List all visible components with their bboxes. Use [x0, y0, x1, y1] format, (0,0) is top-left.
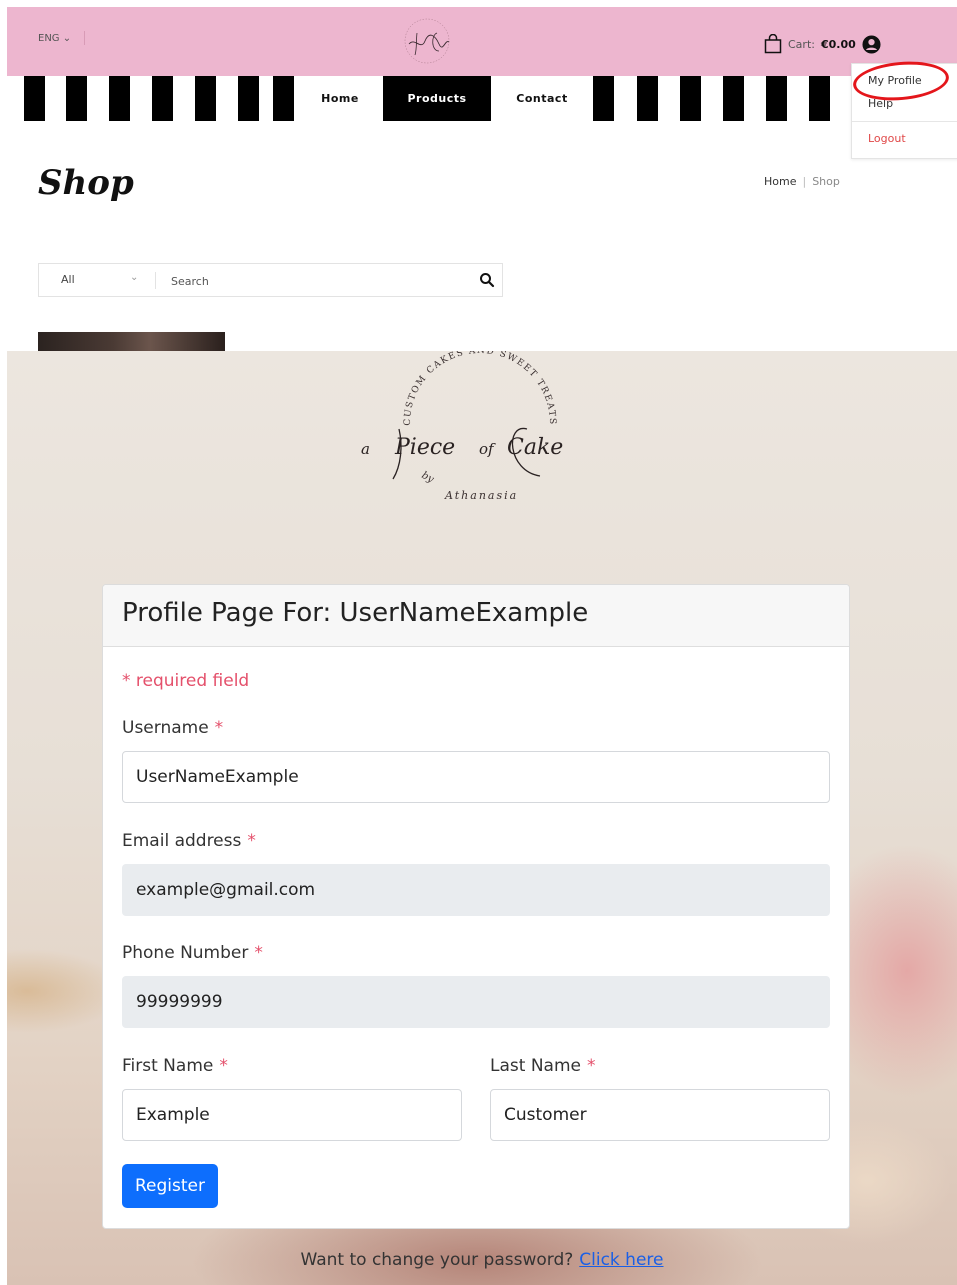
register-button[interactable]: Register	[122, 1164, 218, 1208]
username-label: Username *	[122, 718, 224, 738]
search-input[interactable]	[169, 270, 463, 292]
decorative-stripe	[109, 76, 130, 121]
page-title: Shop	[38, 163, 134, 203]
decorative-stripe	[195, 76, 216, 121]
logo-word-a: a	[361, 440, 370, 458]
decorative-stripe	[723, 76, 744, 121]
category-select[interactable]: All	[61, 273, 75, 286]
logo-by: by	[420, 470, 436, 486]
change-password-prompt: Want to change your password? Click here	[7, 1250, 957, 1270]
first-name-label: First Name *	[122, 1056, 228, 1076]
first-name-field[interactable]	[122, 1089, 462, 1141]
phone-label: Phone Number *	[122, 943, 263, 963]
product-image[interactable]	[38, 332, 225, 352]
breadcrumb-home[interactable]: Home	[764, 175, 796, 188]
cart-button[interactable]: Cart: €0.00	[764, 33, 881, 55]
username-field[interactable]	[122, 751, 830, 803]
cart-amount: €0.00	[820, 37, 856, 51]
decorative-stripe	[66, 76, 87, 121]
logo-word-of: of	[479, 440, 496, 458]
search-divider	[155, 272, 156, 289]
decorative-stripe	[24, 76, 45, 121]
decorative-stripe	[152, 76, 173, 121]
nav-contact[interactable]: Contact	[491, 76, 593, 121]
nav-products[interactable]: Products	[383, 76, 491, 121]
menu-item-logout[interactable]: Logout	[868, 132, 906, 145]
shopping-bag-icon	[764, 34, 782, 54]
required-field-note: * required field	[122, 671, 250, 691]
header-divider	[84, 31, 85, 45]
search-icon[interactable]	[479, 272, 495, 288]
breadcrumb: Home | Shop	[764, 175, 840, 188]
language-selector[interactable]: ENG ⌄	[38, 33, 71, 44]
change-password-text: Want to change your password?	[300, 1250, 574, 1270]
main-navigation: Home Products Contact	[7, 76, 957, 121]
email-label: Email address *	[122, 831, 256, 851]
breadcrumb-current: Shop	[812, 175, 840, 188]
logo-maker: Athanasia	[444, 489, 518, 502]
decorative-stripe	[809, 76, 830, 121]
chevron-down-icon[interactable]: ⌄	[130, 272, 138, 283]
logo-tagline: CUSTOM CAKES AND SWEET TREATS	[403, 351, 556, 426]
cart-label: Cart:	[788, 37, 815, 51]
brand-logo: CUSTOM CAKES AND SWEET TREATS a Piece of…	[361, 351, 563, 502]
last-name-field[interactable]	[490, 1089, 830, 1141]
decorative-stripe	[766, 76, 787, 121]
profile-form-card: Profile Page For: UserNameExample * requ…	[102, 584, 850, 1229]
profile-page: CUSTOM CAKES AND SWEET TREATS a Piece of…	[7, 351, 957, 1285]
email-field[interactable]	[122, 864, 830, 916]
decorative-stripe	[238, 76, 259, 121]
card-header: Profile Page For: UserNameExample	[103, 585, 849, 647]
last-name-label: Last Name *	[490, 1056, 596, 1076]
logo-word-piece: Piece	[394, 435, 455, 460]
decorative-stripe	[273, 76, 294, 121]
menu-divider	[852, 121, 957, 122]
user-account-icon[interactable]	[862, 34, 881, 54]
product-search-bar: All ⌄	[38, 263, 503, 297]
decorative-stripe	[593, 76, 614, 121]
breadcrumb-separator: |	[802, 175, 807, 188]
svg-text:CUSTOM CAKES AND SWEET TREATS: CUSTOM CAKES AND SWEET TREATS	[403, 351, 557, 426]
header-logo[interactable]	[395, 11, 459, 71]
profile-title: Profile Page For: UserNameExample	[122, 598, 589, 628]
nav-home[interactable]: Home	[297, 76, 383, 121]
change-password-link[interactable]: Click here	[579, 1250, 663, 1270]
decorative-stripe	[637, 76, 658, 121]
site-header: ENG ⌄ Cart: €0.00	[7, 7, 957, 76]
phone-field[interactable]	[122, 976, 830, 1028]
decorative-stripe	[680, 76, 701, 121]
